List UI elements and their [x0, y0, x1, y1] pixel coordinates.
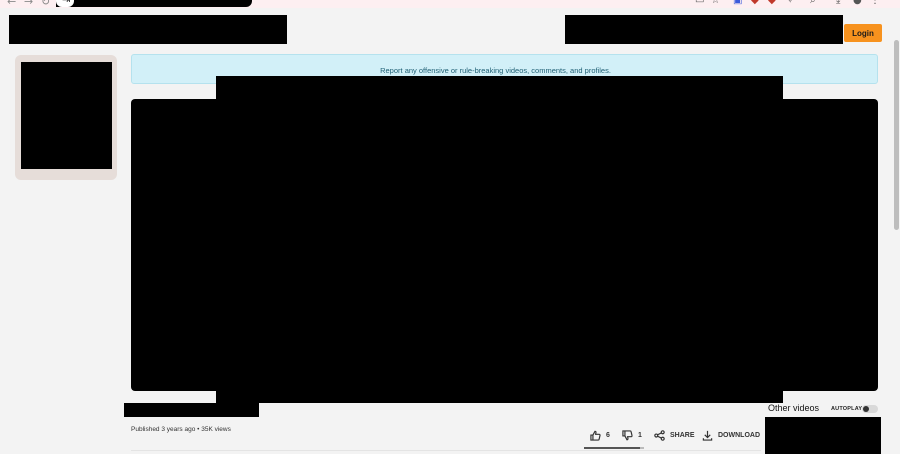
- reload-icon[interactable]: ↻: [41, 0, 50, 8]
- dislike-button[interactable]: 1: [622, 428, 642, 442]
- video-title: [124, 403, 259, 417]
- video-meta: Published 3 years ago • 35K views: [131, 426, 231, 433]
- download-label: DOWNLOAD: [718, 431, 760, 439]
- dislike-count: 1: [638, 431, 642, 439]
- extension-icon[interactable]: ◆: [751, 0, 759, 6]
- video-frame[interactable]: [216, 76, 783, 403]
- site-info-icon: ⇥: [62, 0, 71, 6]
- like-button[interactable]: 6: [590, 428, 610, 442]
- site-logo[interactable]: [9, 15, 287, 44]
- profile-icon[interactable]: ●: [853, 0, 862, 6]
- rating-bar: [584, 447, 640, 449]
- notice-text: Report any offensive or rule-breaking vi…: [380, 66, 611, 75]
- menu-icon[interactable]: ⋮: [870, 0, 880, 6]
- browser-toolbar: ← → ↻ ⇥ ▭ ☆ ▣ ◆ ◆ ✧ ⌕ ⤓ ● ⋮: [0, 0, 900, 8]
- address-bar[interactable]: [56, 0, 252, 7]
- search-bar[interactable]: [565, 15, 843, 44]
- share-icon: [654, 429, 665, 441]
- download-icon[interactable]: ⤓: [836, 0, 840, 6]
- video-thumbnail[interactable]: [765, 417, 881, 454]
- search-icon[interactable]: ⌕: [810, 0, 816, 6]
- download-button[interactable]: DOWNLOAD: [702, 428, 760, 442]
- other-videos-heading: Other videos: [768, 403, 820, 413]
- thumbs-up-icon: [590, 430, 601, 441]
- thumbs-down-icon: [622, 429, 633, 440]
- download-icon: [702, 430, 713, 441]
- puzzle-icon[interactable]: ✧: [786, 0, 794, 6]
- avatar[interactable]: [21, 62, 112, 169]
- forward-icon[interactable]: →: [24, 0, 33, 8]
- rating-bar-remainder: [640, 447, 644, 449]
- share-label: SHARE: [670, 431, 695, 439]
- extension-icon[interactable]: ▣: [733, 0, 742, 6]
- scrollbar-thumb[interactable]: [894, 40, 899, 230]
- autoplay-toggle-knob[interactable]: [863, 406, 869, 412]
- star-icon[interactable]: ☆: [711, 0, 720, 6]
- extension-icon[interactable]: ◆: [768, 0, 776, 6]
- share-button[interactable]: SHARE: [654, 428, 695, 442]
- divider: [131, 450, 761, 451]
- back-icon[interactable]: ←: [7, 0, 16, 8]
- login-button[interactable]: Login: [844, 24, 882, 42]
- like-count: 6: [606, 431, 610, 439]
- monitor-icon[interactable]: ▭: [695, 0, 704, 6]
- autoplay-label: AUTOPLAY: [831, 406, 863, 412]
